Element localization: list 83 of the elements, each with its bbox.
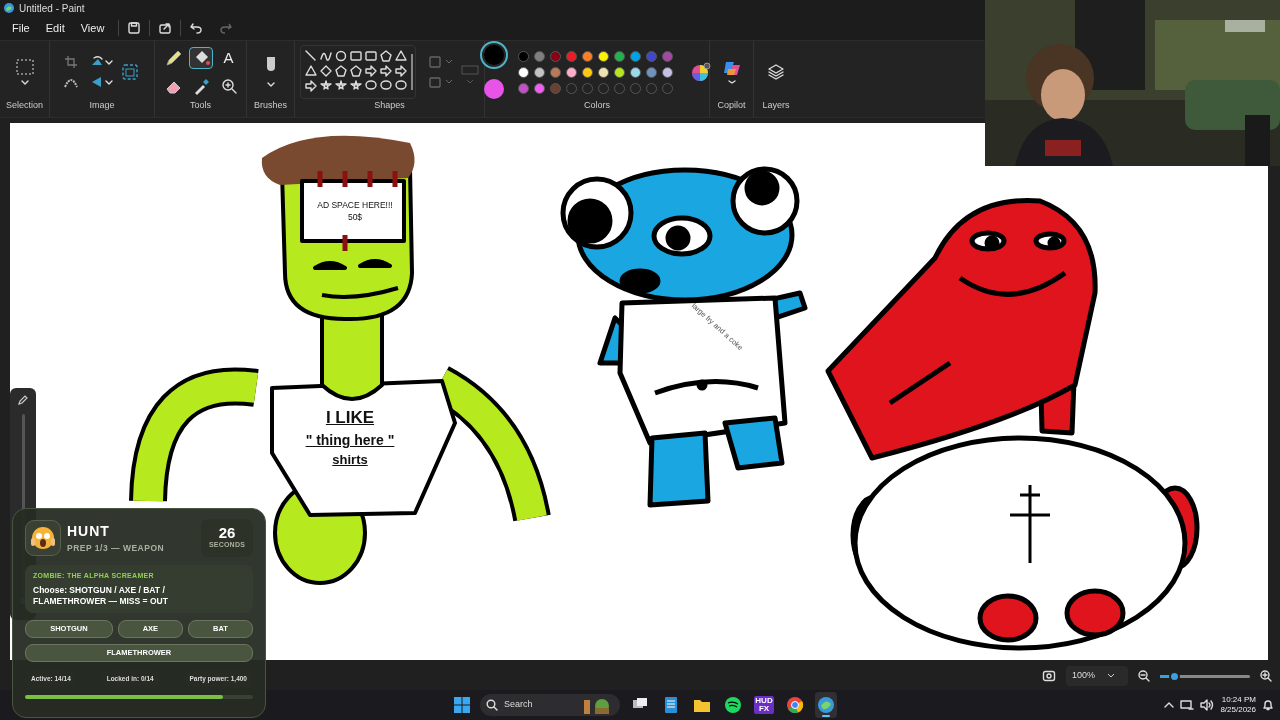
- color-swatch[interactable]: [661, 66, 673, 78]
- countdown-number: 26: [218, 525, 236, 541]
- color-swatch[interactable]: [565, 50, 577, 62]
- resize-icon[interactable]: [120, 61, 140, 82]
- color-swatch[interactable]: [613, 66, 625, 78]
- search-box[interactable]: Search: [480, 694, 620, 716]
- taskbar-app[interactable]: [815, 692, 837, 718]
- menu-item[interactable]: Edit: [39, 17, 71, 39]
- overlay-subtitle: PREP 1/3 — WEAPON: [67, 542, 166, 555]
- zoom-in-icon[interactable]: [1260, 670, 1272, 682]
- spotify-icon: [723, 695, 743, 715]
- group-label: Brushes: [254, 98, 287, 112]
- group-label: Selection: [6, 98, 43, 112]
- tool-button[interactable]: [188, 46, 213, 69]
- search-icon: [486, 699, 498, 711]
- window-title: Untitled - Paint: [19, 1, 85, 16]
- start-icon[interactable]: [453, 696, 471, 714]
- color-swatch[interactable]: [549, 66, 561, 78]
- zoom-dropdown[interactable]: 100%: [1066, 666, 1128, 686]
- zoom-out-icon[interactable]: [1138, 670, 1150, 682]
- group-label: Image: [89, 98, 115, 112]
- menu-item[interactable]: View: [74, 17, 111, 39]
- color-swatch[interactable]: [533, 82, 545, 94]
- clock-time[interactable]: 10:24 PM: [1220, 695, 1256, 705]
- color-swatch[interactable]: [549, 50, 561, 62]
- layers-icon[interactable]: [767, 62, 785, 81]
- group-label: Tools: [190, 98, 211, 112]
- notification-bell-icon[interactable]: [1262, 699, 1274, 711]
- color-swatch[interactable]: [613, 50, 625, 62]
- clock-date[interactable]: 8/25/2026: [1220, 705, 1256, 715]
- flip-icon[interactable]: [90, 74, 114, 89]
- color-swatch[interactable]: [581, 50, 593, 62]
- color-swatch[interactable]: [629, 50, 641, 62]
- sign-text: AD SPACE HERE!!!: [316, 201, 394, 211]
- color-swatch[interactable]: [517, 50, 529, 62]
- prompt-text: Choose: SHOTGUN / AXE / BAT / FLAMETHROWER — MISS = OUT: [33, 584, 169, 607]
- color-swatch[interactable]: [597, 50, 609, 62]
- pen-icon: [17, 394, 29, 406]
- chevron-down-icon: [1107, 673, 1116, 679]
- zoom-slider-thumb[interactable]: [1168, 670, 1180, 682]
- color-swatch[interactable]: [661, 50, 673, 62]
- color-swatch[interactable]: [517, 66, 529, 78]
- shirt-text: shirts: [332, 452, 368, 467]
- fill-style-icon[interactable]: [427, 75, 454, 89]
- menu-item[interactable]: File: [6, 17, 36, 39]
- crop-icon[interactable]: [64, 54, 78, 69]
- sign-text: 50$: [346, 213, 364, 223]
- color-wheel-icon[interactable]: [690, 62, 711, 82]
- group-label: Colors: [584, 99, 610, 112]
- shirt-text: " thing here ": [305, 432, 395, 448]
- color-swatch[interactable]: [565, 66, 577, 78]
- outline-icon[interactable]: [427, 55, 454, 69]
- color-swatch[interactable]: [517, 82, 529, 94]
- chevron-up-icon[interactable]: [1164, 700, 1175, 710]
- overlay-title: HUNT: [67, 522, 111, 542]
- color-swatch[interactable]: [533, 50, 545, 62]
- paint-app-icon: [3, 2, 15, 14]
- color-swatch[interactable]: [533, 66, 545, 78]
- screaming-emoji-icon: [31, 526, 55, 550]
- save-icon[interactable]: [127, 21, 142, 35]
- color-swatch[interactable]: [549, 82, 561, 94]
- fit-screen-icon[interactable]: [1042, 669, 1056, 683]
- group-label: Copilot: [717, 98, 746, 112]
- color-swatch[interactable]: [629, 66, 641, 78]
- primary-color[interactable]: [483, 45, 504, 65]
- chrome-icon: [785, 695, 805, 715]
- color-swatch[interactable]: [645, 66, 657, 78]
- volume-icon[interactable]: [1200, 699, 1215, 711]
- text-tool-glyph: A: [223, 47, 234, 68]
- shirt-text: I LIKE: [325, 408, 375, 427]
- redo-icon: [219, 21, 234, 35]
- selection-icon[interactable]: [14, 57, 35, 86]
- share-icon[interactable]: [158, 21, 173, 35]
- group-label: Shapes: [374, 99, 405, 112]
- color-swatch[interactable]: [581, 66, 593, 78]
- color-swatch[interactable]: [645, 50, 657, 62]
- color-swatch[interactable]: [597, 66, 609, 78]
- tool-button[interactable]: A: [216, 46, 241, 69]
- secondary-color[interactable]: [483, 79, 504, 99]
- group-label: Layers: [762, 98, 790, 112]
- network-icon[interactable]: [1180, 699, 1195, 711]
- undo-icon[interactable]: [189, 21, 204, 35]
- paint-icon: [816, 695, 836, 715]
